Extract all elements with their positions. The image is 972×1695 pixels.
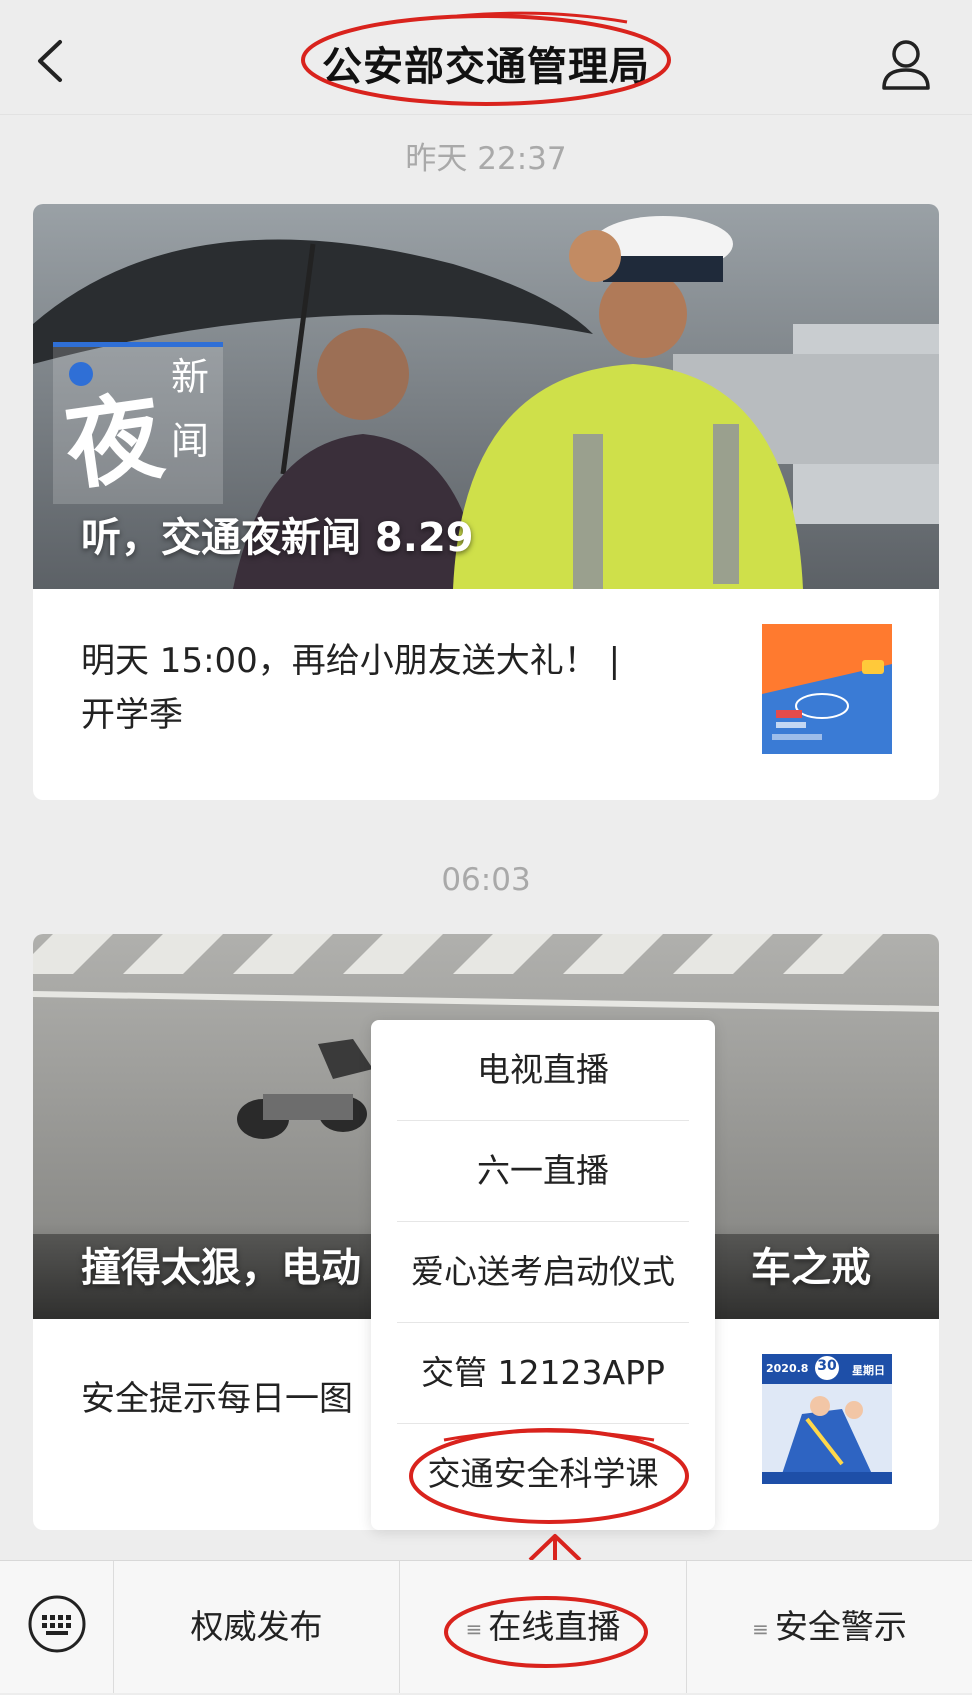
thumbnail-day: 30 — [817, 1358, 837, 1374]
thumbnail-date: 2020.8 — [766, 1362, 809, 1375]
article-sub-title[interactable]: 明天 15:00，再给小朋友送大礼！ | 开学季 — [81, 634, 641, 742]
article-hero-image[interactable]: 夜 新 闻 听，交通夜新闻 8.29 — [33, 204, 939, 589]
tab-label: 安全警示 — [774, 1607, 907, 1646]
tab-label: 权威发布 — [190, 1607, 323, 1646]
top-nav-bar: 公安部交通管理局 — [0, 0, 972, 115]
live-submenu: 电视直播 六一直播 爱心送考启动仪式 交管 12123APP 交通安全科学课 — [371, 1020, 715, 1530]
menu-item-tv-live[interactable]: 电视直播 — [397, 1020, 689, 1120]
article-headline: 听，交通夜新闻 8.29 — [81, 515, 474, 561]
profile-icon[interactable] — [878, 36, 934, 92]
submenu-indicator-icon: ≡ — [752, 1616, 769, 1641]
menu-bar: 权威发布 ≡ 在线直播 ≡ 安全警示 — [0, 1560, 972, 1693]
article-headline-part: 车之戒 — [751, 1245, 871, 1291]
submenu-indicator-icon: ≡ — [465, 1616, 483, 1641]
night-news-logo-word: 闻 — [171, 419, 210, 463]
tab-label: 在线直播 — [488, 1607, 621, 1646]
night-news-logo-char: 夜 — [58, 378, 170, 505]
article-headline: 撞得太狠，电动 车之戒 — [81, 1235, 871, 1293]
thumbnail-weekday: 星期日 — [852, 1364, 885, 1377]
article-card: 夜 新 闻 听，交通夜新闻 8.29 明天 15:00，再给小朋友送大礼！ | … — [33, 204, 939, 800]
night-news-logo-word: 新 — [171, 355, 210, 399]
tab-authority-release[interactable]: 权威发布 — [114, 1561, 399, 1693]
article-headline-part: 撞得太狠，电动 — [81, 1245, 361, 1291]
article-thumbnail[interactable] — [762, 624, 892, 754]
menu-item-safety-class[interactable]: 交通安全科学课 — [397, 1424, 689, 1524]
menu-item-12123-app[interactable]: 交管 12123APP — [397, 1323, 689, 1423]
timestamp: 昨天 22:37 — [405, 141, 567, 177]
keyboard-icon[interactable] — [26, 1593, 88, 1655]
page-title: 公安部交通管理局 — [322, 44, 650, 90]
menu-item-children-day-live[interactable]: 六一直播 — [397, 1121, 689, 1221]
court-illustration-image — [762, 624, 892, 754]
timestamp: 06:03 — [441, 862, 531, 898]
tab-safety-warning[interactable]: ≡ 安全警示 — [687, 1561, 972, 1693]
menu-item-exam-ceremony[interactable]: 爱心送考启动仪式 — [397, 1222, 689, 1322]
article-thumbnail[interactable]: 2020.8 30 星期日 — [762, 1354, 892, 1484]
tab-online-live[interactable]: ≡ 在线直播 — [400, 1561, 686, 1693]
